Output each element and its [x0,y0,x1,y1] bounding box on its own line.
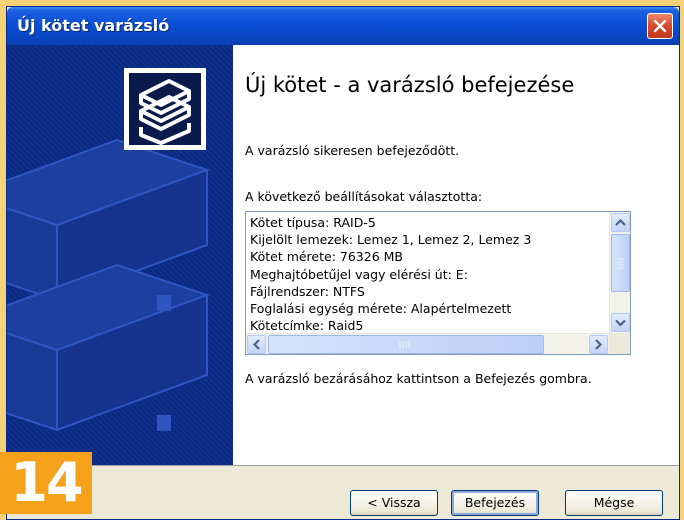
scroll-down-button[interactable] [611,313,630,332]
window-title: Új kötet varázsló [17,16,170,35]
finish-hint: A varázsló bezárásához kattintson a Befe… [245,371,592,386]
scroll-right-button[interactable] [589,335,608,354]
finish-button[interactable]: Befejezés [451,490,539,516]
list-item: Meghajtóbetűjel vagy elérési út: E: [250,266,468,282]
list-item: Kijelölt lemezek: Lemez 1, Lemez 2, Leme… [250,232,532,248]
scroll-left-button[interactable] [247,335,266,354]
success-text: A varázsló sikeresen befejeződött. [245,143,460,158]
back-button[interactable]: < Vissza [350,490,438,516]
close-icon [653,19,667,33]
wizard-window: Új kötet varázsló Új kötet - a varázsló … [6,6,680,520]
list-item: Kötet mérete: 76326 MB [250,249,403,265]
settings-list[interactable]: Kötet típusa: RAID-5 Kijelölt lemezek: L… [245,211,631,355]
page-title: Új kötet - a varázsló befejezése [245,73,575,97]
list-item: Kötet típusa: RAID-5 [250,215,376,230]
list-item: Kötetcímke: Raid5 [250,318,364,334]
wizard-content: Új kötet - a varázsló befejezése A varáz… [233,45,679,465]
horizontal-scroll-thumb[interactable] [268,335,544,354]
chevron-up-icon [615,218,626,226]
settings-label: A következő beállításokat választotta: [245,189,483,204]
scroll-up-button[interactable] [611,213,630,232]
vertical-scrollbar[interactable] [609,212,630,333]
settings-lines: Kötet típusa: RAID-5 Kijelölt lemezek: L… [250,214,608,334]
grip-icon [399,341,410,348]
scrollbar-corner [609,333,630,354]
button-bar: < Vissza Befejezés Mégse [7,465,679,519]
grip-icon [617,258,624,269]
wizard-side-panel [7,45,233,465]
chevron-left-icon [252,339,260,350]
step-number-badge: 14 [0,452,92,514]
close-button[interactable] [647,13,673,39]
cancel-button[interactable]: Mégse [565,490,663,516]
vertical-scroll-thumb[interactable] [611,234,630,292]
title-bar[interactable]: Új kötet varázsló [7,7,679,45]
list-item: Fájlrendszer: NTFS [250,283,365,299]
chevron-down-icon [615,319,626,327]
list-item: Foglalási egység mérete: Alapértelmezett [250,301,512,317]
disk-stack-icon [139,79,191,145]
wizard-logo [124,68,206,150]
chevron-right-icon [595,339,603,350]
horizontal-scrollbar[interactable] [246,333,609,354]
